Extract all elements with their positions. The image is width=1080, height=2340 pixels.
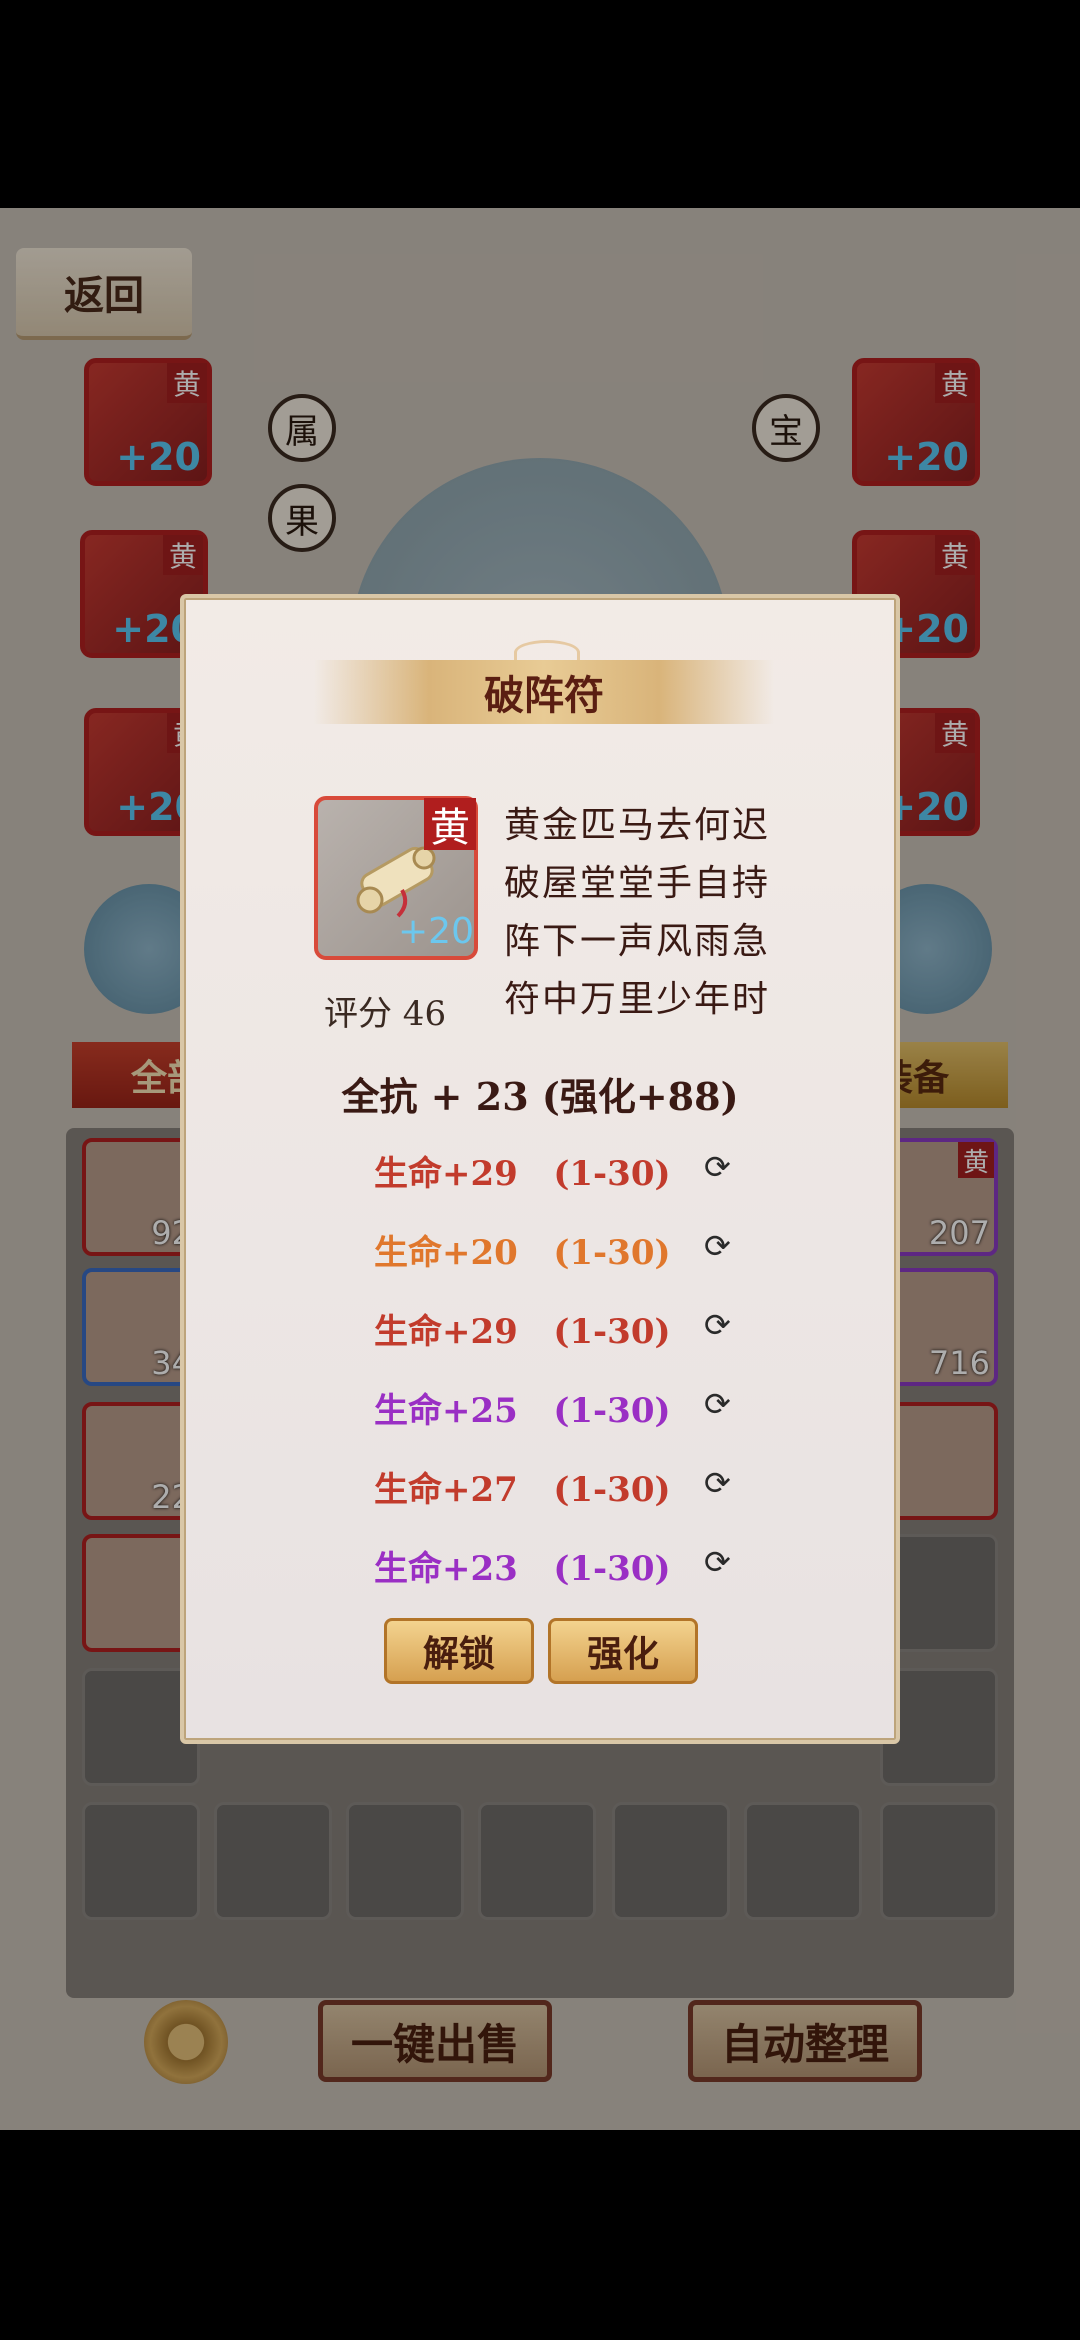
enhance-button[interactable]: 强化 — [548, 1618, 698, 1684]
sub-stat-line: 生命+27 (1-30) — [374, 1470, 671, 1510]
main-stat: 全抗 + 23 (强化+88) — [341, 1074, 739, 1119]
reroll-icon[interactable]: ⟳ — [704, 1388, 734, 1420]
item-icon: 黄 +20 — [314, 796, 478, 960]
dialog-title: 破阵符 — [314, 660, 774, 724]
unlock-button[interactable]: 解锁 — [384, 1618, 534, 1684]
sub-stat-line: 生命+20 (1-30) — [374, 1233, 671, 1273]
poem-line: 符中万里少年时 — [504, 979, 771, 1020]
poem-line: 黄金匹马去何迟 — [504, 805, 771, 846]
sub-stat-line: 生命+23 (1-30) — [374, 1549, 671, 1589]
item-detail-dialog: 破阵符 黄 +20 评分 46 黄金匹马去何迟 破屋堂堂手自持 阵下一声风雨急 … — [180, 594, 900, 1744]
reroll-icon[interactable]: ⟳ — [704, 1230, 734, 1262]
poem-line: 破屋堂堂手自持 — [504, 863, 771, 904]
poem-line: 阵下一声风雨急 — [504, 921, 771, 962]
reroll-icon[interactable]: ⟳ — [704, 1309, 734, 1341]
reroll-icon[interactable]: ⟳ — [704, 1467, 734, 1499]
reroll-icon[interactable]: ⟳ — [704, 1151, 734, 1183]
reroll-icon[interactable]: ⟳ — [704, 1546, 734, 1578]
grade-badge: 黄 — [424, 798, 476, 851]
item-score: 评分 46 — [324, 994, 447, 1034]
sub-stat-line: 生命+25 (1-30) — [374, 1391, 671, 1431]
sub-stat-line: 生命+29 (1-30) — [374, 1312, 671, 1352]
enhance-level: +20 — [398, 911, 474, 952]
sub-stat-line: 生命+29 (1-30) — [374, 1154, 671, 1194]
